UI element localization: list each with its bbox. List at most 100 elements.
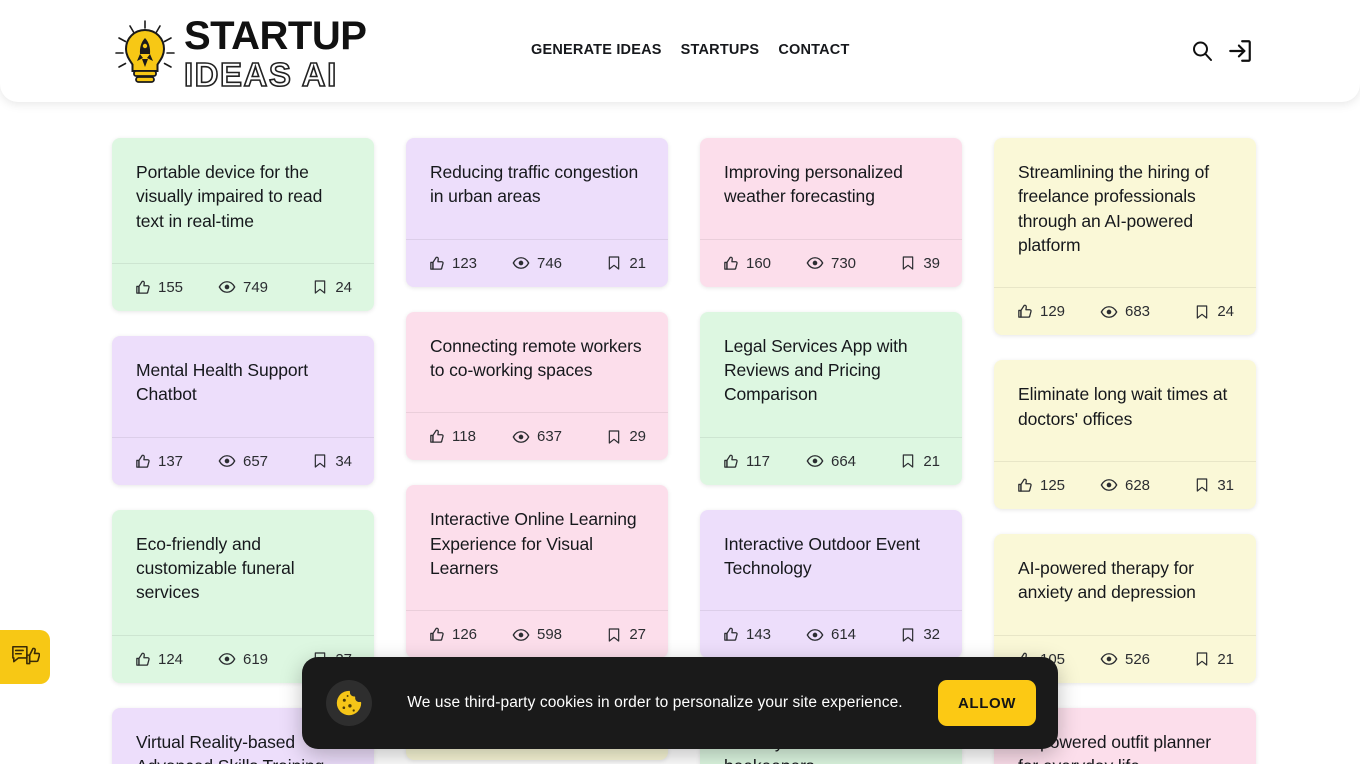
likes-stat[interactable]: 117 <box>722 453 795 470</box>
likes-stat[interactable]: 155 <box>134 279 207 296</box>
views-stat: 657 <box>207 452 280 470</box>
views-count: 628 <box>1124 476 1151 494</box>
idea-card[interactable]: Legal Services App with Reviews and Pric… <box>700 311 962 485</box>
thumbs-up-icon <box>430 256 444 270</box>
saves-stat[interactable]: 21 <box>867 453 940 470</box>
views-count: 746 <box>536 254 563 272</box>
likes-stat[interactable]: 124 <box>134 651 207 668</box>
likes-stat[interactable]: 125 <box>1016 477 1089 494</box>
likes-stat[interactable]: 160 <box>722 255 795 272</box>
views-count: 526 <box>1124 650 1151 668</box>
idea-card[interactable]: Interactive Online Learning Experience f… <box>406 485 668 659</box>
views-count: 683 <box>1124 303 1151 321</box>
card-title: Eliminate long wait times at doctors' of… <box>1018 384 1228 429</box>
thumbs-up-icon <box>724 627 738 641</box>
eye-icon <box>218 653 236 665</box>
views-stat: 683 <box>1089 303 1162 321</box>
saves-count: 21 <box>923 452 941 470</box>
likes-stat[interactable]: 143 <box>722 626 795 643</box>
saves-count: 34 <box>335 452 353 470</box>
saves-stat[interactable]: 34 <box>279 453 352 470</box>
card-title: Portable device for the visually impaire… <box>136 162 323 231</box>
login-icon <box>1229 40 1251 62</box>
idea-card[interactable]: Eliminate long wait times at doctors' of… <box>994 360 1256 509</box>
cookie-message: We use third-party cookies in order to p… <box>407 694 903 711</box>
thumbs-up-icon <box>430 627 444 641</box>
idea-card[interactable]: Mental Health Support Chatbot 137 657 34 <box>112 335 374 485</box>
bookmark-icon <box>315 454 326 468</box>
views-stat: 637 <box>501 428 574 446</box>
likes-count: 118 <box>452 428 476 446</box>
thumbs-up-icon <box>724 256 738 270</box>
views-stat: 746 <box>501 254 574 272</box>
nav-item-generate-ideas[interactable]: GENERATE IDEAS <box>531 42 662 58</box>
thumbs-up-icon <box>136 280 150 294</box>
search-button[interactable] <box>1189 38 1215 64</box>
idea-card[interactable]: Reducing traffic congestion in urban are… <box>406 138 668 287</box>
likes-stat[interactable]: 123 <box>428 255 501 272</box>
views-stat: 664 <box>795 452 868 470</box>
card-stats: 123 746 21 <box>406 238 668 287</box>
card-stats: 117 664 21 <box>700 436 962 485</box>
views-stat: 526 <box>1089 650 1162 668</box>
cookie-icon <box>336 690 362 716</box>
views-count: 657 <box>242 452 269 470</box>
card-title: Legal Services App with Reviews and Pric… <box>724 335 908 405</box>
nav-item-contact[interactable]: CONTACT <box>778 42 849 58</box>
views-count: 614 <box>830 626 857 644</box>
saves-stat[interactable]: 24 <box>279 279 352 296</box>
lightbulb-rocket-logo-icon <box>115 19 175 83</box>
thumbs-up-icon <box>1018 478 1032 492</box>
logo-text-secondary: IDEAS AI <box>183 56 338 93</box>
card-stats: 126 598 27 <box>406 610 668 658</box>
saves-count: 27 <box>629 626 647 644</box>
eye-icon <box>218 281 236 294</box>
saves-stat[interactable]: 21 <box>1161 651 1234 668</box>
likes-stat[interactable]: 126 <box>428 626 501 643</box>
likes-count: 137 <box>158 452 184 470</box>
nav-item-startups[interactable]: STARTUPS <box>681 42 760 58</box>
idea-card[interactable]: Portable device for the visually impaire… <box>112 138 374 311</box>
bookmark-icon <box>1197 478 1208 492</box>
saves-count: 24 <box>335 278 353 296</box>
eye-icon <box>512 257 530 270</box>
idea-card[interactable]: Improving personalized weather forecasti… <box>700 138 962 287</box>
bookmark-icon <box>903 454 914 468</box>
cookie-consent-banner: We use third-party cookies in order to p… <box>302 657 1058 749</box>
likes-stat[interactable]: 137 <box>134 453 207 470</box>
idea-card[interactable]: Connecting remote workers to co-working … <box>406 311 668 461</box>
likes-stat[interactable]: 118 <box>428 428 501 445</box>
card-title: Interactive Outdoor Event Technology <box>724 533 920 578</box>
views-stat: 730 <box>795 254 868 272</box>
saves-stat[interactable]: 31 <box>1161 477 1234 494</box>
likes-count: 125 <box>1040 476 1066 494</box>
login-button[interactable] <box>1227 38 1253 64</box>
site-logo[interactable]: STARTUP IDEAS AI <box>112 16 367 93</box>
eye-icon <box>218 455 236 467</box>
saves-stat[interactable]: 39 <box>867 255 940 272</box>
saves-stat[interactable]: 29 <box>573 428 646 445</box>
eye-icon <box>1100 653 1118 665</box>
likes-count: 123 <box>452 254 478 272</box>
bookmark-icon <box>609 256 620 270</box>
card-title: Reducing traffic congestion in urban are… <box>430 162 639 207</box>
saves-stat[interactable]: 27 <box>573 626 646 643</box>
feedback-tab-button[interactable] <box>0 630 50 684</box>
eye-icon <box>806 628 824 641</box>
thumbs-up-icon <box>136 652 150 666</box>
views-count: 749 <box>242 278 269 296</box>
idea-card[interactable]: Interactive Outdoor Event Technology 143… <box>700 509 962 659</box>
saves-stat[interactable]: 24 <box>1161 303 1234 320</box>
idea-card[interactable]: Streamlining the hiring of freelance pro… <box>994 138 1256 336</box>
likes-stat[interactable]: 129 <box>1016 303 1089 320</box>
bookmark-icon <box>903 256 914 270</box>
card-title: Eco-friendly and customizable funeral se… <box>136 533 295 603</box>
saves-stat[interactable]: 32 <box>867 626 940 643</box>
saves-stat[interactable]: 21 <box>573 255 646 272</box>
likes-count: 155 <box>158 278 184 296</box>
card-stats: 118 637 29 <box>406 412 668 460</box>
cookie-allow-button[interactable]: ALLOW <box>938 680 1036 726</box>
views-count: 637 <box>536 428 563 446</box>
likes-count: 124 <box>158 650 184 668</box>
bookmark-icon <box>315 280 326 295</box>
